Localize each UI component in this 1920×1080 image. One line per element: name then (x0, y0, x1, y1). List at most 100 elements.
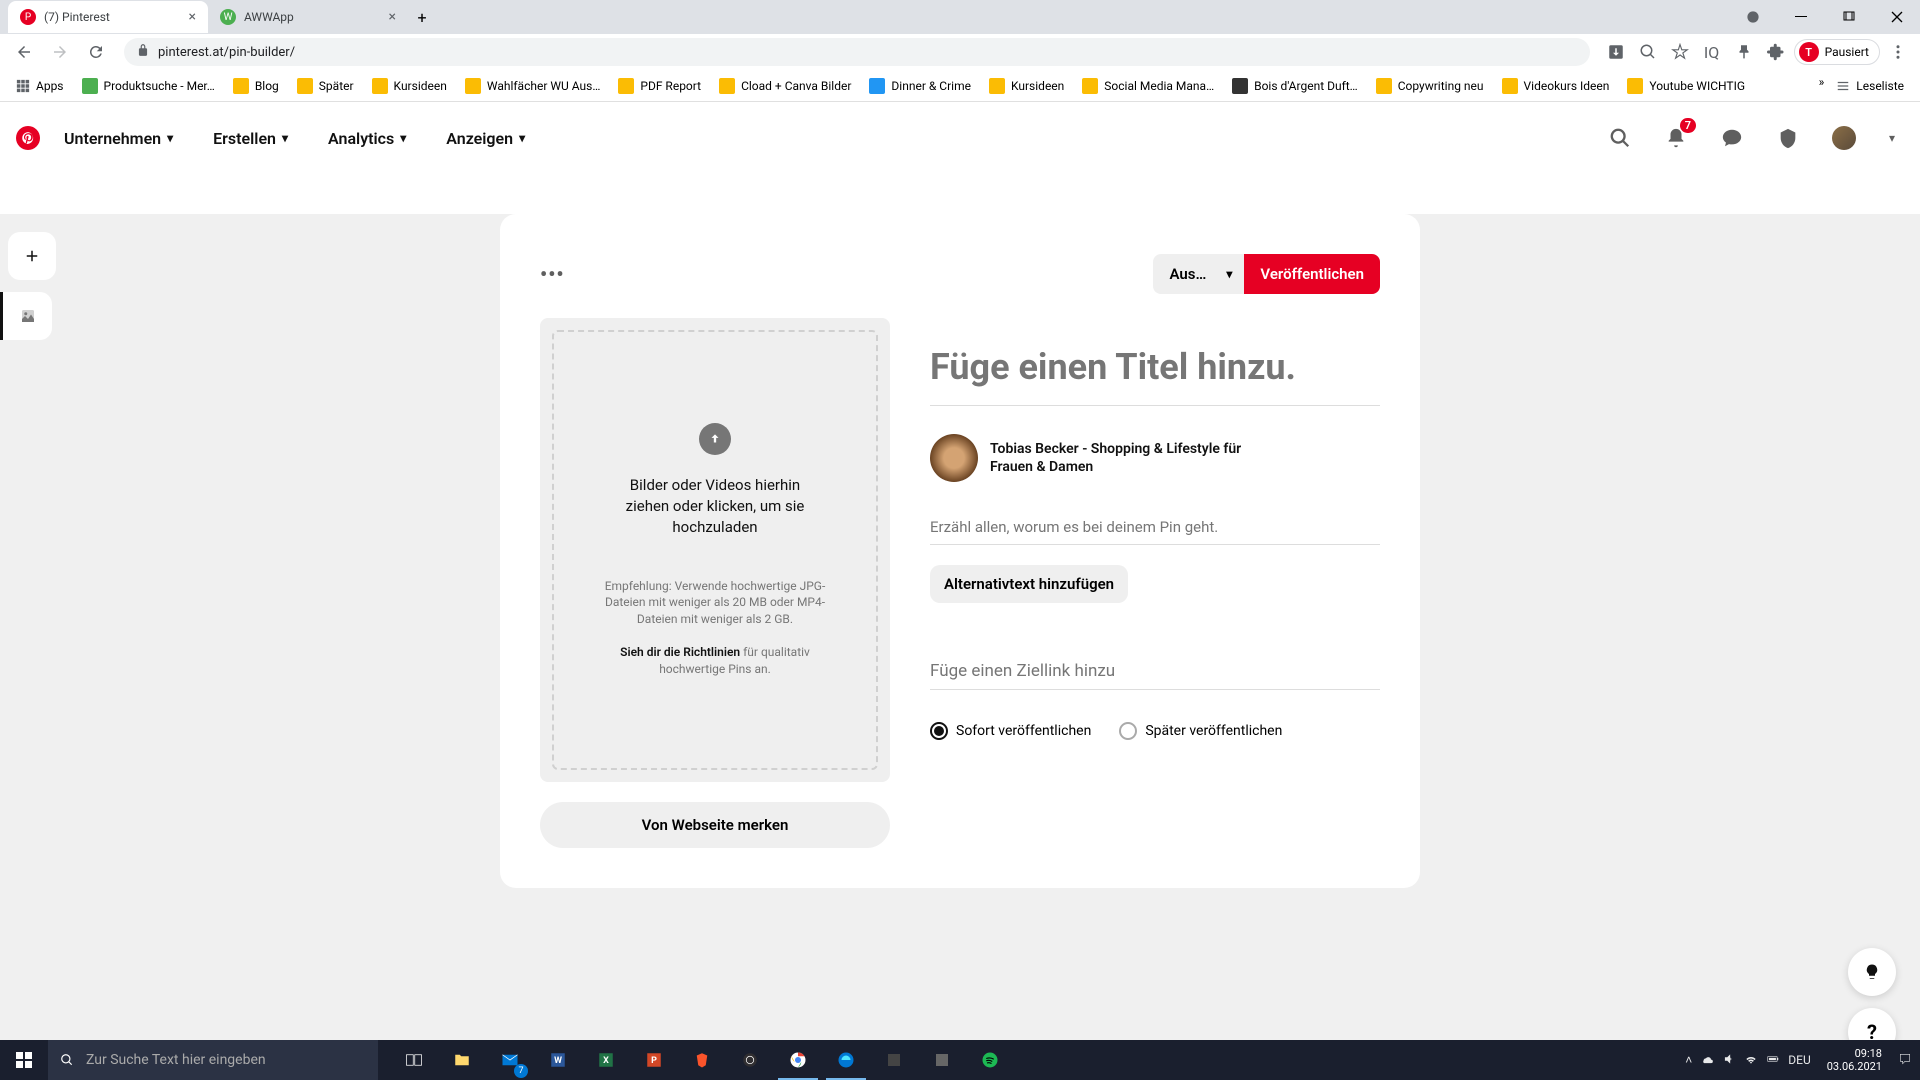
url-input[interactable]: pinterest.at/pin-builder/ (124, 38, 1590, 66)
bookmark-item[interactable]: Wahlfächer WU Aus… (457, 74, 609, 98)
alt-text-button[interactable]: Alternativtext hinzufügen (930, 565, 1128, 603)
bookmark-item[interactable]: Dinner & Crime (861, 74, 979, 98)
drafts-button[interactable] (0, 292, 52, 340)
nav-analytics[interactable]: Analytics▾ (312, 117, 422, 160)
pin-extension-icon[interactable] (1730, 38, 1758, 66)
wifi-icon[interactable] (1744, 1052, 1758, 1069)
notifications-icon[interactable]: 7 (1656, 118, 1696, 158)
taskbar-search[interactable]: Zur Suche Text hier eingeben (48, 1040, 378, 1080)
svg-text:P: P (651, 1056, 657, 1066)
file-explorer-app[interactable] (438, 1040, 486, 1080)
folder-icon (372, 78, 388, 94)
more-options-icon[interactable]: ••• (540, 262, 565, 286)
bookmark-item[interactable]: Blog (225, 74, 287, 98)
start-button[interactable] (0, 1040, 48, 1080)
chevron-down-icon: ▾ (400, 131, 406, 145)
back-button[interactable] (8, 36, 40, 68)
tray-chevron-icon[interactable]: ˄ (1685, 1053, 1692, 1067)
extensions-icon[interactable] (1762, 38, 1790, 66)
destination-link-input[interactable] (930, 653, 1380, 690)
account-chevron[interactable]: ▾ (1880, 118, 1904, 158)
upload-dropzone[interactable]: Bilder oder Videos hierhin ziehen oder k… (540, 318, 890, 782)
bookmark-item[interactable]: Kursideen (981, 74, 1072, 98)
bookmark-overflow[interactable]: » (1819, 75, 1825, 97)
app-generic2[interactable] (918, 1040, 966, 1080)
nav-create[interactable]: Erstellen▾ (197, 117, 304, 160)
chevron-down-icon: ▾ (1889, 131, 1895, 145)
nav-company[interactable]: Unternehmen▾ (48, 117, 189, 160)
browser-tab[interactable]: W AWWApp × (208, 1, 408, 33)
install-icon[interactable] (1602, 38, 1630, 66)
search-icon[interactable] (1600, 118, 1640, 158)
menu-icon[interactable] (1884, 38, 1912, 66)
save-from-web-button[interactable]: Von Webseite merken (540, 802, 890, 848)
bookmark-item[interactable]: Später (289, 74, 362, 98)
zoom-icon[interactable] (1634, 38, 1662, 66)
publish-later-radio[interactable]: Später veröffentlichen (1119, 722, 1282, 740)
bookmark-item[interactable]: Cload + Canva Bilder (711, 74, 859, 98)
task-view-button[interactable] (390, 1040, 438, 1080)
publish-now-radio[interactable]: Sofort veröffentlichen (930, 722, 1091, 740)
bookmark-item[interactable]: PDF Report (610, 74, 709, 98)
word-app[interactable]: W (534, 1040, 582, 1080)
profile-status: Pausiert (1825, 45, 1869, 59)
onedrive-icon[interactable] (1700, 1052, 1714, 1069)
close-tab-icon[interactable]: × (189, 9, 196, 25)
new-tab-button[interactable]: + (408, 3, 436, 31)
maximize-button[interactable] (1826, 1, 1872, 33)
pinterest-logo[interactable] (16, 126, 40, 150)
chevron-down-icon: ▾ (282, 131, 288, 145)
excel-app[interactable]: X (582, 1040, 630, 1080)
keyword-icon[interactable]: IQ (1698, 38, 1726, 66)
updates-icon[interactable] (1768, 118, 1808, 158)
publish-button[interactable]: Veröffentlichen (1244, 254, 1380, 294)
star-icon[interactable] (1666, 38, 1694, 66)
user-menu[interactable] (1824, 118, 1864, 158)
profile-chip[interactable]: T Pausiert (1794, 39, 1880, 65)
close-tab-icon[interactable]: × (389, 9, 396, 25)
browser-tab-active[interactable]: P (7) Pinterest × (8, 1, 208, 33)
board-selector[interactable]: Aus… ▾ (1153, 254, 1244, 294)
volume-icon[interactable] (1722, 1052, 1736, 1069)
bookmark-item[interactable]: Produktsuche - Mer… (74, 74, 223, 98)
messages-icon[interactable] (1712, 118, 1752, 158)
close-window-button[interactable] (1874, 1, 1920, 33)
add-pin-button[interactable] (8, 232, 56, 280)
bookmark-bar: Apps Produktsuche - Mer… Blog Später Kur… (0, 70, 1920, 102)
upload-text: Bilder oder Videos hierhin ziehen oder k… (615, 475, 815, 538)
brave-app[interactable] (678, 1040, 726, 1080)
apps-button[interactable]: Apps (8, 75, 72, 97)
powerpoint-app[interactable]: P (630, 1040, 678, 1080)
action-center-icon[interactable] (1898, 1052, 1912, 1069)
bookmark-item[interactable]: Bois d'Argent Duft… (1224, 74, 1366, 98)
language-indicator[interactable]: DEU (1788, 1053, 1810, 1067)
avatar (930, 434, 978, 482)
chrome-app[interactable] (774, 1040, 822, 1080)
spotify-app[interactable] (966, 1040, 1014, 1080)
minimize-button[interactable] (1778, 1, 1824, 33)
pin-title-input[interactable] (930, 338, 1380, 406)
bookmark-item[interactable]: Videokurs Ideen (1494, 74, 1618, 98)
bookmark-item[interactable]: Social Media Mana… (1074, 74, 1222, 98)
account-dot-icon[interactable] (1730, 1, 1776, 33)
mail-app[interactable]: 7 (486, 1040, 534, 1080)
reading-list-button[interactable]: Leseliste (1828, 75, 1912, 97)
bookmark-item[interactable]: Youtube WICHTIG (1619, 74, 1753, 98)
taskbar: Zur Suche Text hier eingeben 7 W X P ˄ D… (0, 1040, 1920, 1080)
nav-ads[interactable]: Anzeigen▾ (430, 117, 541, 160)
battery-icon[interactable] (1766, 1052, 1780, 1069)
clock[interactable]: 09:18 03.06.2021 (1819, 1047, 1890, 1073)
edge-app[interactable] (822, 1040, 870, 1080)
folder-icon (1376, 78, 1392, 94)
reload-button[interactable] (80, 36, 112, 68)
avatar (1832, 126, 1856, 150)
tips-button[interactable] (1848, 948, 1896, 996)
app-header: Unternehmen▾ Erstellen▾ Analytics▾ Anzei… (0, 102, 1920, 174)
chevron-down-icon: ▾ (167, 131, 173, 145)
pin-description-input[interactable] (930, 510, 1380, 545)
obs-app[interactable] (726, 1040, 774, 1080)
app-generic1[interactable] (870, 1040, 918, 1080)
bookmark-item[interactable]: Copywriting neu (1368, 74, 1492, 98)
forward-button[interactable] (44, 36, 76, 68)
bookmark-item[interactable]: Kursideen (364, 74, 455, 98)
